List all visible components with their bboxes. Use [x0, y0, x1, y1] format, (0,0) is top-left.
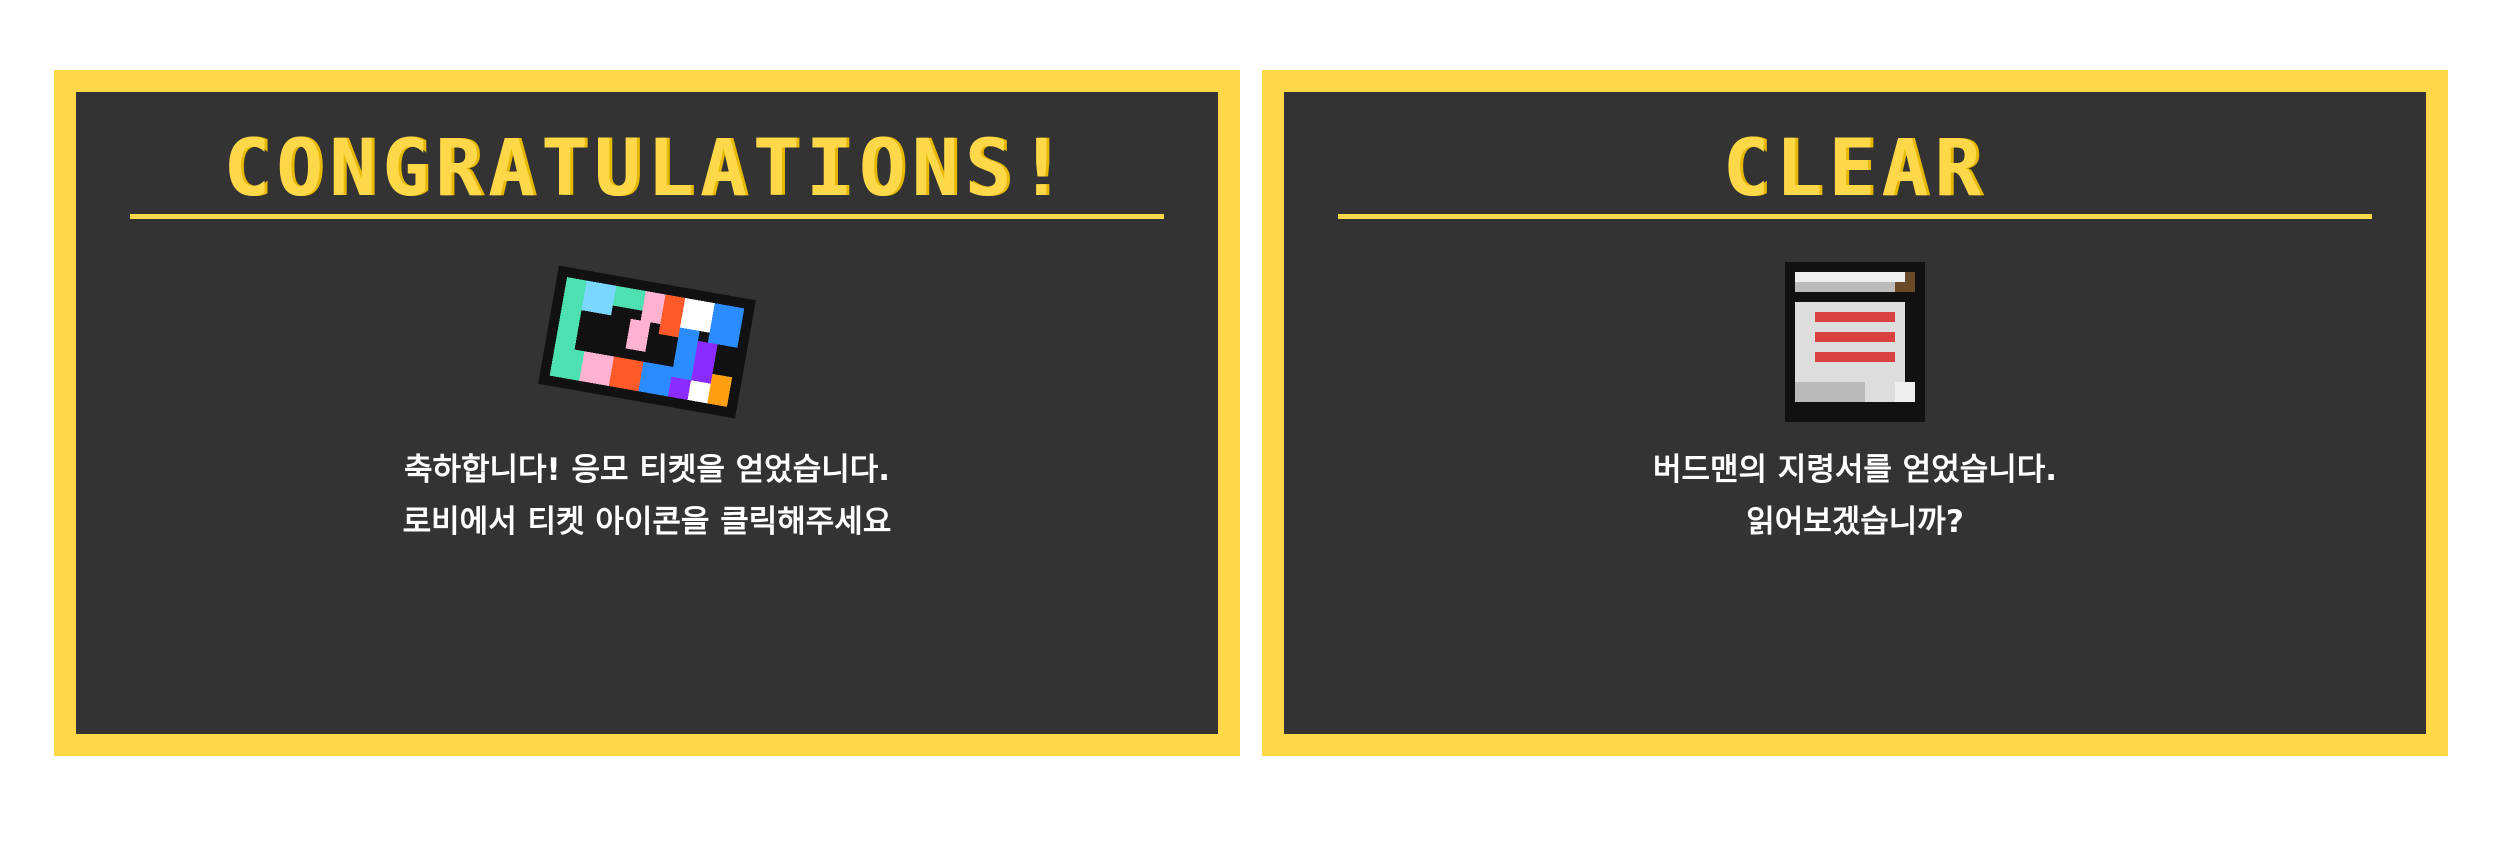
reward-message: 버드맨의 지령서를 얻었습니다. 읽어보겠습니까? — [1284, 444, 2426, 548]
message-line: 축하합니다! 응모 티켓을 얻었습니다. — [403, 452, 891, 488]
reward-message: 축하합니다! 응모 티켓을 얻었습니다. 로비에서 티켓 아이콘을 클릭해주세요 — [76, 444, 1218, 548]
panel-title: CLEAR — [1722, 124, 1988, 214]
message-line: 버드맨의 지령서를 얻었습니다. — [1652, 452, 2058, 488]
panel-body: CONGRATULATIONS! 축하합니다! 응모 티켓을 얻었습니다. 로비… — [76, 92, 1218, 734]
message-line: 로비에서 티켓 아이콘을 클릭해주세요 — [402, 504, 892, 540]
ticket-icon[interactable] — [527, 262, 767, 422]
message-line: 읽어보겠습니까? — [1746, 504, 1964, 540]
clear-panel: CLEAR 버드맨의 지령서를 얻었습니다. 읽어보겠습니까? — [1262, 70, 2448, 756]
panel-title: CONGRATULATIONS! — [223, 124, 1071, 214]
title-divider — [1338, 214, 2372, 219]
congratulations-panel: CONGRATULATIONS! 축하합니다! 응모 티켓을 얻었습니다. 로비… — [54, 70, 1240, 756]
title-divider — [130, 214, 1164, 219]
panel-body: CLEAR 버드맨의 지령서를 얻었습니다. 읽어보겠습니까? — [1284, 92, 2426, 734]
scroll-icon[interactable] — [1775, 262, 1935, 422]
